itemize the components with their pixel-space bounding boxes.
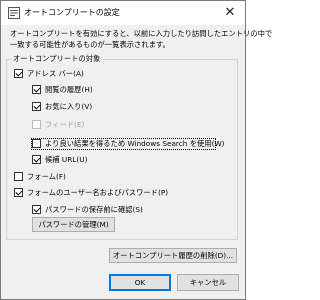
checkbox-ask-before-saving-passwords[interactable]: パスワードの保存前に確認(S) [32,204,143,215]
checkbox-windows-search[interactable]: より良い結果を得るため Windows Search を使用(W) [32,138,225,149]
close-icon[interactable]: ✕ [215,1,245,25]
checkbox-label: お気に入り(V) [45,101,93,111]
title-bar: オートコンプリートの設定 ✕ [1,1,245,25]
description-line-1: オートコンプリートを有効にすると、以前に入力したり訪問したエントリの中で [10,29,273,38]
checkbox-label: フォーム(F) [27,171,66,181]
checkbox-box[interactable] [14,188,23,197]
checkbox-form-usernames-passwords[interactable]: フォームのユーザー名およびパスワード(P) [14,187,168,198]
cancel-button[interactable]: キャンセル [177,274,239,291]
checkbox-feeds[interactable]: フィード(E) [32,119,84,130]
checkbox-box[interactable] [32,155,41,164]
window-title: オートコンプリートの設定 [24,8,120,17]
checkbox-box[interactable] [32,102,41,111]
checkbox-browsing-history[interactable]: 閲覧の履歴(H) [32,84,93,95]
description-text: オートコンプリートを有効にすると、以前に入力したり訪問したエントリの中で 一致す… [10,29,273,50]
checkbox-label: 閲覧の履歴(H) [45,84,93,94]
checkbox-label: フォームのユーザー名およびパスワード(P) [27,187,169,197]
checkbox-box[interactable] [14,172,23,181]
checkbox-box[interactable] [32,85,41,94]
checkbox-label: アドレス バー(A) [27,68,84,78]
autocomplete-settings-dialog: オートコンプリートの設定 ✕ オートコンプリートを有効にすると、以前に入力したり… [0,0,273,300]
description-line-2: 一致する可能性があるものが一覧表示されます。 [10,39,170,49]
checkbox-box[interactable] [14,69,23,78]
checkbox-label: 候補 URL(U) [45,154,88,164]
checkbox-label: フィード(E) [45,119,85,129]
checkbox-box[interactable] [32,205,41,214]
checkbox-box[interactable] [32,120,41,129]
delete-autocomplete-history-button[interactable]: オートコンプリート履歴の削除(D)... [109,248,237,263]
manage-passwords-button[interactable]: パスワードの管理(M) [32,217,115,232]
checkbox-box[interactable] [32,139,41,148]
ok-button[interactable]: OK [109,274,171,291]
checkbox-label: より良い結果を得るため Windows Search を使用(W) [45,138,225,148]
group-label: オートコンプリートの対象 [12,54,102,64]
checkbox-forms[interactable]: フォーム(F) [14,171,66,182]
checkbox-favorites[interactable]: お気に入り(V) [32,101,92,112]
checkbox-label: パスワードの保存前に確認(S) [45,204,143,214]
settings-app-icon [8,7,20,19]
checkbox-suggested-urls[interactable]: 候補 URL(U) [32,154,87,165]
checkbox-address-bar[interactable]: アドレス バー(A) [14,68,84,79]
